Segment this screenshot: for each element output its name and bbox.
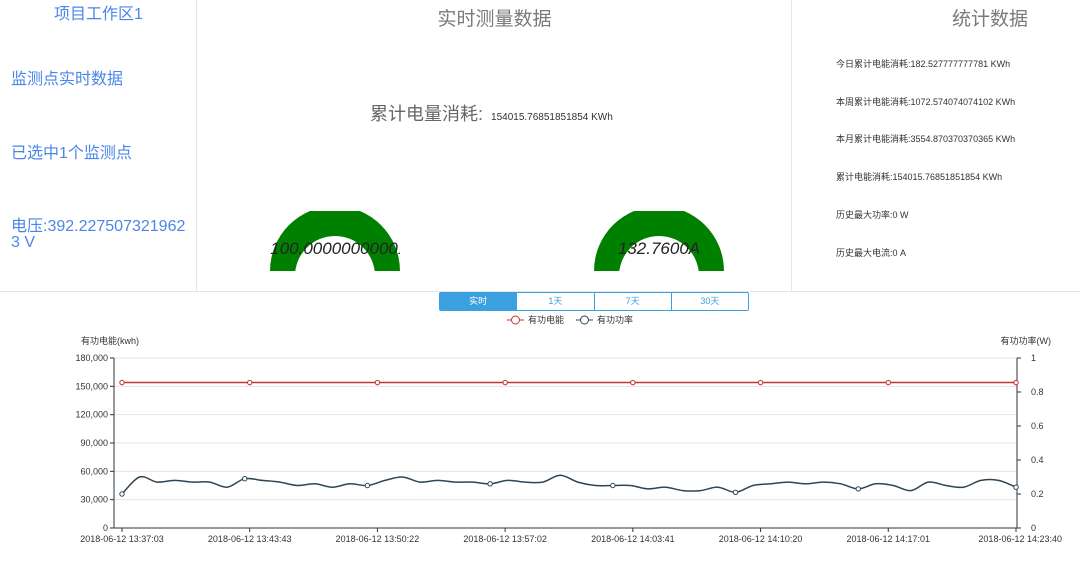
left-tick-label: 30,000 <box>80 495 108 505</box>
workspace-panel: 项目工作区1 监测点实时数据 已选中1个监测点 电压:392.227507321… <box>0 0 197 291</box>
selected-count-text: 已选中1个监测点 <box>11 145 132 162</box>
right-tick-label: 1 <box>1031 353 1036 363</box>
stat-max-current: 历史最大电流:0 A <box>836 248 907 258</box>
voltage-gauge-value: 14100.00000000001V <box>270 239 400 258</box>
voltage-text: 电压:392.2275073219623 V <box>11 218 186 251</box>
series-line-power <box>121 474 1017 495</box>
series-point-energy[interactable] <box>502 379 508 386</box>
tab-realtime[interactable]: 实时 <box>440 293 517 310</box>
stat-today-energy: 今日累计电能消耗:182.527777777781 KWh <box>836 59 1011 69</box>
tab-30-days[interactable]: 30天 <box>670 293 748 310</box>
realtime-measurement-panel: 实时测量数据 累计电量消耗: 154015.76851851854 KWh 14… <box>198 0 792 291</box>
legend-power-marker <box>580 315 589 325</box>
statistics-panel: 统计数据 今日累计电能消耗:182.527777777781 KWh 本周累计电… <box>793 0 1080 291</box>
tab-7-days[interactable]: 7天 <box>593 293 671 310</box>
series-point-energy[interactable] <box>247 379 253 386</box>
left-tick-label: 180,000 <box>75 353 108 363</box>
cumulative-energy-value: 154015.76851851854 KWh <box>491 112 613 123</box>
right-tick-label: 0.4 <box>1031 455 1044 465</box>
stat-max-power: 历史最大功率:0 W <box>836 210 909 220</box>
current-gauge-value: 132.7600A <box>617 239 701 258</box>
series-point-power[interactable] <box>364 482 371 489</box>
tab-1-day[interactable]: 1天 <box>516 293 594 310</box>
series-point-energy[interactable] <box>119 379 125 386</box>
statistics-panel-title: 统计数据 <box>951 9 1028 30</box>
legend-energy-label[interactable]: 有功电能 <box>528 314 564 325</box>
series-point-power[interactable] <box>242 476 248 482</box>
right-axis-title: 有功功率(W) <box>1001 335 1052 346</box>
workspace-title[interactable]: 项目工作区1 <box>0 7 197 23</box>
right-tick-label: 0 <box>1031 523 1036 533</box>
legend-power-label[interactable]: 有功功率 <box>597 314 633 325</box>
right-tick-label: 0.8 <box>1031 387 1044 397</box>
series-point-power[interactable] <box>119 491 125 497</box>
x-tick-label: 2018-06-12 13:57:02 <box>463 534 547 544</box>
x-tick-label: 2018-06-12 14:23:40 <box>978 534 1062 544</box>
series-point-energy[interactable] <box>1013 379 1019 386</box>
chart-legend[interactable]: 有功电能 有功功率 <box>507 314 633 325</box>
right-tick-label: 0.6 <box>1031 421 1044 431</box>
series-point-power[interactable] <box>1013 484 1019 490</box>
realtime-panel-title: 实时测量数据 <box>437 9 552 30</box>
right-tick-label: 0.2 <box>1031 489 1044 499</box>
x-tick-label: 2018-06-12 13:37:03 <box>80 534 164 544</box>
cumulative-energy-label: 累计电量消耗: <box>370 104 484 124</box>
stat-total-energy: 累计电能消耗:154015.76851851854 KWh <box>836 172 1003 182</box>
energy-power-chart: 0 30,000 60,000 90,000 120,000 150,000 180,000… <box>75 314 1062 544</box>
series-point-energy[interactable] <box>885 379 891 386</box>
series-point-power[interactable] <box>732 489 739 496</box>
left-tick-label: 90,000 <box>80 438 108 448</box>
series-point-power[interactable] <box>610 482 616 489</box>
x-tick-label: 2018-06-12 13:50:22 <box>336 534 420 544</box>
time-range-tabs: 实时 1天 7天 30天 <box>439 292 749 311</box>
x-tick-label: 2018-06-12 14:17:01 <box>846 534 930 544</box>
left-tick-label: 120,000 <box>75 410 108 420</box>
x-tick-label: 2018-06-12 14:03:41 <box>591 534 675 544</box>
left-tick-label: 0 <box>103 523 108 533</box>
series-point-power[interactable] <box>487 481 493 487</box>
x-tick-label: 2018-06-12 13:43:43 <box>208 534 292 544</box>
series-point-power[interactable] <box>855 486 861 492</box>
realtime-data-link[interactable]: 监测点实时数据 <box>11 72 193 88</box>
current-gauge: 132.7600A <box>594 211 724 271</box>
stat-month-energy: 本月累计电能消耗:3554.870370370365 KWh <box>836 134 1016 144</box>
voltage-gauge: 14100.00000000001V <box>270 211 400 271</box>
left-axis-title: 有功电能(kwh) <box>81 335 139 346</box>
x-tick-label: 2018-06-12 14:10:20 <box>719 534 803 544</box>
series-point-energy[interactable] <box>630 379 636 386</box>
left-tick-label: 60,000 <box>80 466 108 476</box>
stat-week-energy: 本周累计电能消耗:1072.574074074102 KWh <box>836 97 1016 107</box>
cumulative-energy-row: 累计电量消耗: 154015.76851851854 KWh <box>370 100 613 126</box>
legend-energy-marker <box>511 315 520 325</box>
series-point-energy[interactable] <box>757 379 764 386</box>
series-point-energy[interactable] <box>374 379 381 386</box>
left-tick-label: 150,000 <box>75 381 108 391</box>
